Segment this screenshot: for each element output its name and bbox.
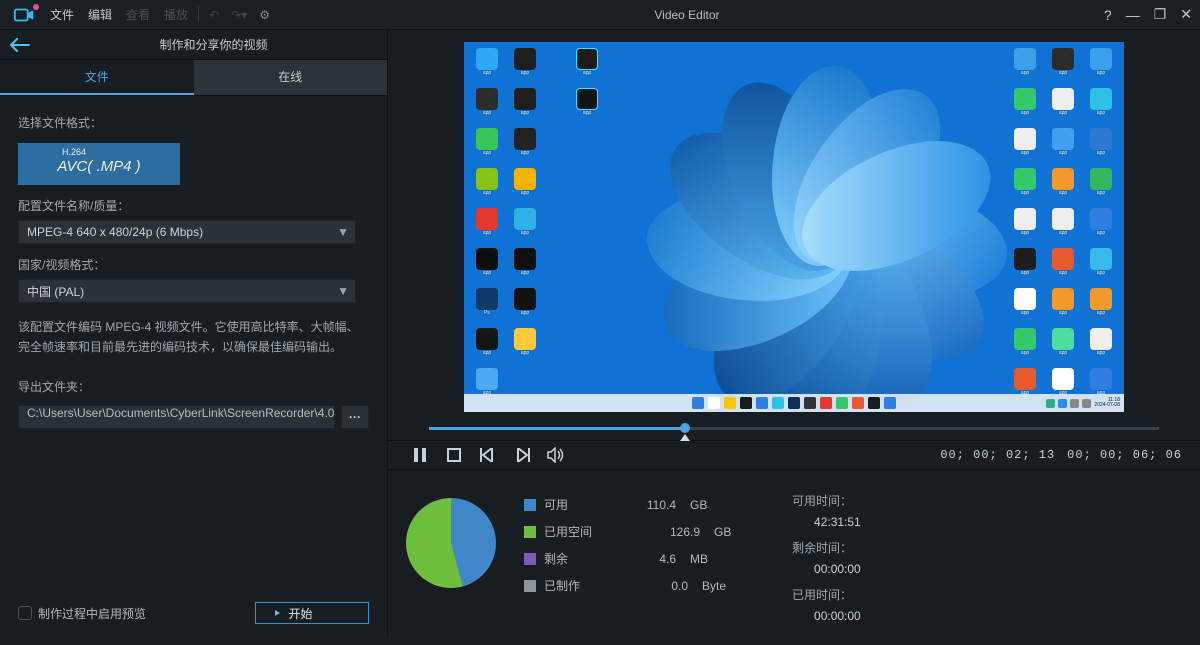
format-label: 选择文件格式： [18,114,369,131]
next-frame-button[interactable] [508,441,536,469]
timeline-scrubber[interactable] [429,416,1159,440]
region-label: 国家/视频格式： [18,256,369,273]
undo-icon: ↶ [209,8,219,22]
app-title: Video Editor [270,8,1104,22]
preview-frame: app app app app app app Ps app app app a… [464,42,1124,412]
format-main-text: AVC( .MP4 ) [57,158,140,175]
avail-time-label: 可用时间： [792,492,861,509]
prev-frame-button[interactable] [474,441,502,469]
back-button[interactable] [0,30,40,59]
preview-area: app app app app app app Ps app app app a… [388,30,1200,441]
profile-label: 配置文件名称/质量： [18,197,369,214]
redo-dropdown-icon: ↷▾ [231,8,247,22]
legend-remaining-unit: MB [690,552,720,566]
legend-produced-value: 0.0 [628,579,688,593]
start-button[interactable]: 开始 [255,602,369,624]
remain-time-value: 00:00:00 [814,562,861,576]
region-value: 中国 (PAL) [27,283,84,300]
volume-button[interactable] [542,441,570,469]
enable-preview-label: 制作过程中启用预览 [38,605,146,622]
legend-available-unit: GB [690,498,720,512]
profile-select[interactable]: MPEG-4 640 x 480/24p (6 Mbps) ▼ [18,220,356,244]
codec-small: H.264 [62,147,86,157]
start-button-label: 开始 [288,605,312,622]
menu-edit[interactable]: 编辑 [88,6,112,23]
left-header-title: 制作和分享你的视频 [40,36,387,53]
legend-remaining-value: 4.6 [616,552,676,566]
app-logo [8,3,40,27]
menu-view: 查看 [126,6,150,23]
legend-available-value: 110.4 [616,498,676,512]
region-select[interactable]: 中国 (PAL) ▼ [18,279,356,303]
tab-online[interactable]: 在线 [194,60,388,95]
export-label: 导出文件夹： [18,378,369,395]
chevron-down-icon: ▼ [337,284,349,298]
taskbar: 11:182024-07-08 [464,394,1124,412]
legend-available-label: 可用 [544,496,568,513]
help-icon[interactable]: ? [1104,7,1112,23]
legend-remaining-label: 剩余 [544,550,568,567]
profile-description: 该配置文件编码 MPEG-4 视频文件。它使用高比特率、大帧幅、完全帧速率和目前… [18,317,369,358]
legend-produced-label: 已制作 [544,577,580,594]
menu-play: 播放 [164,6,188,23]
menu-file[interactable]: 文件 [50,6,74,23]
left-panel: 制作和分享你的视频 文件 在线 选择文件格式： H.264 AVC( .MP4 … [0,30,388,638]
chevron-down-icon: ▼ [337,225,349,239]
play-icon [275,610,280,616]
tab-file[interactable]: 文件 [0,60,194,95]
enable-preview-checkbox[interactable] [18,606,32,620]
total-time: 00; 00; 06; 06 [1067,448,1182,462]
legend-produced-unit: Byte [702,579,732,593]
close-icon[interactable]: ✕ [1180,6,1192,23]
legend-used-label: 已用空间 [544,523,592,540]
pause-button[interactable] [406,441,434,469]
disk-legend: 可用 110.4 GB 已用空间 126.9 GB 剩余 4.6 MB [524,496,744,627]
export-path-input[interactable]: C:\Users\User\Documents\CyberLink\Screen… [18,405,335,429]
stop-button[interactable] [440,441,468,469]
disk-panel: 可用 110.4 GB 已用空间 126.9 GB 剩余 4.6 MB [388,470,1200,645]
browse-button[interactable]: ··· [341,405,369,429]
legend-used-value: 126.9 [640,525,700,539]
main-menu: 文件 编辑 查看 播放 [50,6,188,23]
minimize-icon[interactable]: — [1126,7,1140,23]
avail-time-value: 42:31:51 [814,515,861,529]
elapsed-time-label: 已用时间： [792,586,861,603]
gear-icon[interactable]: ⚙ [259,8,270,22]
time-info: 可用时间： 42:31:51 剩余时间： 00:00:00 已用时间： 00:0… [792,492,861,627]
profile-value: MPEG-4 640 x 480/24p (6 Mbps) [27,225,203,239]
remain-time-label: 剩余时间： [792,539,861,556]
format-select-button[interactable]: H.264 AVC( .MP4 ) [18,143,180,185]
title-bar: 文件 编辑 查看 播放 ↶ ↷▾ ⚙ Video Editor ? — ❐ ✕ [0,0,1200,30]
elapsed-time-value: 00:00:00 [814,609,861,623]
maximize-icon[interactable]: ❐ [1154,6,1167,23]
current-time: 00; 00; 02; 13 [940,448,1055,462]
playback-controls: 00; 00; 02; 13 00; 00; 06; 06 [388,441,1200,470]
legend-used-unit: GB [714,525,744,539]
disk-pie-chart [406,498,496,588]
